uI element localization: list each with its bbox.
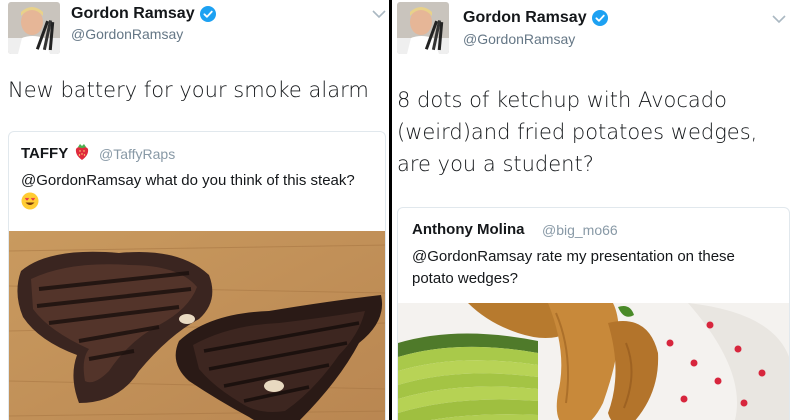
strawberry-icon <box>75 144 89 160</box>
quoted-tweet[interactable]: Anthony Molina @big_mo66 @GordonRamsay r… <box>397 207 790 420</box>
quoted-text: @GordonRamsay what do you think of this … <box>21 170 366 214</box>
verified-badge-icon <box>199 6 216 22</box>
smiling-face-with-heart-eyes-icon <box>21 192 39 210</box>
avatar[interactable] <box>8 2 60 54</box>
author-handle[interactable]: @GordonRamsay <box>71 26 183 42</box>
quoted-author-name[interactable]: TAFFY <box>21 145 68 162</box>
quoted-author-name[interactable]: Anthony Molina <box>412 221 525 238</box>
author-name[interactable]: Gordon Ramsay <box>463 9 608 27</box>
tweet-left: Gordon Ramsay @GordonRamsay New battery … <box>0 0 389 420</box>
potato-wedges-photo[interactable] <box>398 303 789 420</box>
quoted-author-handle[interactable]: @big_mo66 <box>542 222 618 238</box>
chevron-down-icon[interactable] <box>372 9 386 19</box>
author-handle[interactable]: @GordonRamsay <box>463 31 575 47</box>
author-name[interactable]: Gordon Ramsay <box>71 5 216 23</box>
chevron-down-icon[interactable] <box>772 14 786 24</box>
tweet-text: New battery for your smoke alarm <box>8 78 369 102</box>
quoted-tweet[interactable]: TAFFY @TaffyRaps @GordonRamsay what do y… <box>8 131 386 420</box>
tweet-right: Gordon Ramsay @GordonRamsay 8 dots of ke… <box>392 0 800 420</box>
tweet-text: 8 dots of ketchup with Avocado (weird)an… <box>397 88 758 176</box>
quoted-author-handle[interactable]: @TaffyRaps <box>99 146 175 162</box>
avatar[interactable] <box>397 2 449 54</box>
steak-photo[interactable] <box>9 231 385 420</box>
verified-badge-icon <box>591 10 608 26</box>
quoted-text: @GordonRamsay rate my presentation on th… <box>412 248 735 287</box>
